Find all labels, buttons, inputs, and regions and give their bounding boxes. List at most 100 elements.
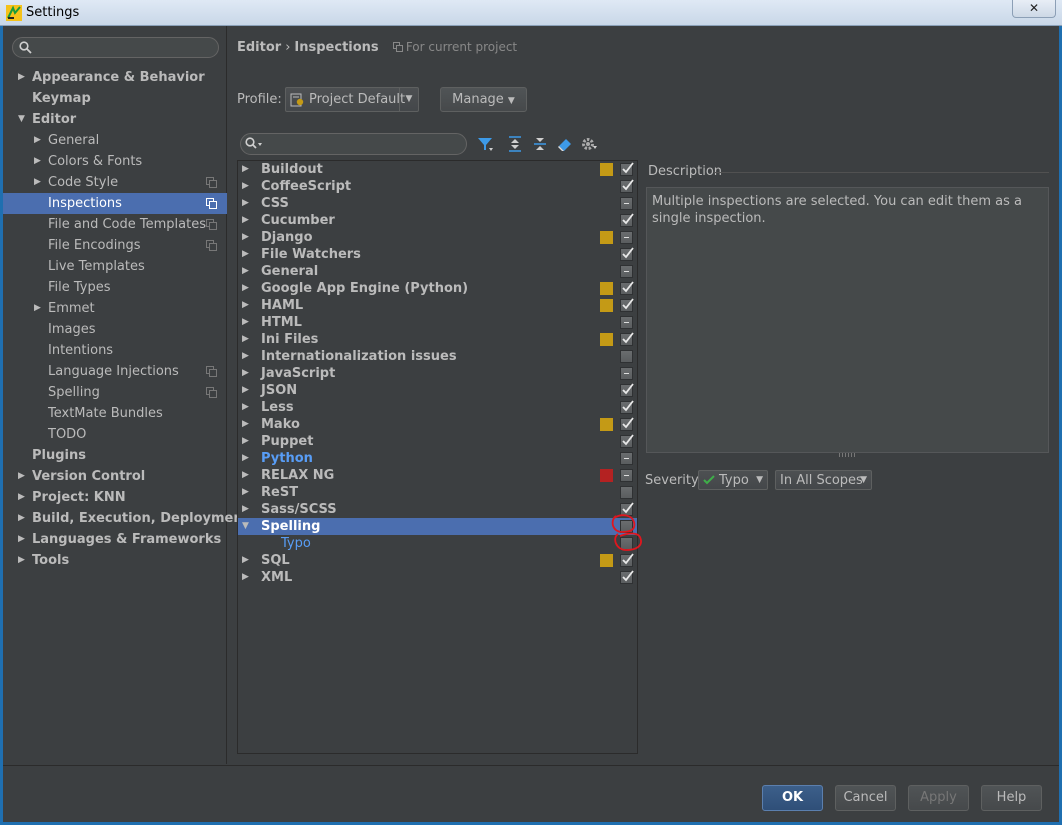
chevron-right-icon[interactable]: ▶: [242, 314, 249, 331]
tree-row[interactable]: ▶ JavaScript: [238, 365, 637, 382]
collapse-all-icon[interactable]: [531, 135, 549, 153]
tree-row[interactable]: ▶ General: [238, 263, 637, 280]
tree-child-row[interactable]: Typo: [238, 535, 637, 552]
chevron-right-icon[interactable]: ▶: [242, 229, 249, 246]
tree-row[interactable]: ▶ Cucumber: [238, 212, 637, 229]
inspection-checkbox[interactable]: [620, 452, 633, 465]
inspection-checkbox[interactable]: [620, 520, 633, 533]
sidebar-item-keymap[interactable]: Keymap: [3, 88, 227, 109]
chevron-right-icon[interactable]: ▶: [242, 348, 249, 365]
inspection-checkbox[interactable]: [620, 553, 634, 567]
tree-row[interactable]: ▶ File Watchers: [238, 246, 637, 263]
chevron-right-icon[interactable]: ▶: [242, 467, 249, 484]
sidebar-item-project-knn[interactable]: ▶ Project: KNN: [3, 487, 227, 508]
inspection-checkbox[interactable]: [620, 316, 633, 329]
sidebar-item-inspections[interactable]: Inspections: [3, 193, 227, 214]
chevron-down-icon[interactable]: ▼: [242, 518, 249, 535]
scope-dropdown[interactable]: In All Scopes ▼: [775, 470, 872, 490]
tree-row[interactable]: ▶ Ini Files: [238, 331, 637, 348]
tree-row[interactable]: ▶ Google App Engine (Python): [238, 280, 637, 297]
sidebar-item-file-types[interactable]: File Types: [3, 277, 227, 298]
chevron-right-icon[interactable]: ▶: [242, 195, 249, 212]
sidebar-item-colors-fonts[interactable]: ▶ Colors & Fonts: [3, 151, 227, 172]
chevron-right-icon[interactable]: ▶: [242, 382, 249, 399]
inspection-search-input[interactable]: [240, 133, 467, 155]
settings-search-input[interactable]: [12, 37, 219, 58]
profile-dropdown[interactable]: Project Default ▼: [285, 87, 419, 112]
expand-all-icon[interactable]: [506, 135, 524, 153]
chevron-right-icon[interactable]: ▶: [242, 246, 249, 263]
chevron-right-icon[interactable]: ▶: [242, 212, 249, 229]
tree-row[interactable]: ▶ Internationalization issues: [238, 348, 637, 365]
tree-row[interactable]: ▼ Spelling: [238, 518, 637, 535]
filter-icon[interactable]: [476, 135, 494, 153]
chevron-right-icon[interactable]: ▶: [242, 450, 249, 467]
cancel-button[interactable]: Cancel: [835, 785, 896, 811]
tree-row[interactable]: ▶ JSON: [238, 382, 637, 399]
sidebar-item-images[interactable]: Images: [3, 319, 227, 340]
inspection-checkbox[interactable]: [620, 298, 634, 312]
tree-row[interactable]: ▶ RELAX NG: [238, 467, 637, 484]
sidebar-item-textmate-bundles[interactable]: TextMate Bundles: [3, 403, 227, 424]
inspection-checkbox[interactable]: [620, 417, 634, 431]
chevron-right-icon[interactable]: ▶: [242, 501, 249, 518]
tree-row[interactable]: ▶ ReST: [238, 484, 637, 501]
help-button[interactable]: Help: [981, 785, 1042, 811]
sidebar-item-intentions[interactable]: Intentions: [3, 340, 227, 361]
chevron-down-icon[interactable]: ▼: [18, 109, 25, 130]
chevron-right-icon[interactable]: ▶: [34, 172, 41, 193]
inspection-checkbox[interactable]: [620, 383, 634, 397]
tree-row[interactable]: ▶ Less: [238, 399, 637, 416]
inspection-checkbox[interactable]: [620, 265, 633, 278]
severity-dropdown[interactable]: Typo ▼: [698, 470, 768, 490]
chevron-right-icon[interactable]: ▶: [242, 161, 249, 178]
tree-row[interactable]: ▶ SQL: [238, 552, 637, 569]
inspection-checkbox[interactable]: [620, 537, 633, 550]
chevron-right-icon[interactable]: ▶: [34, 130, 41, 151]
chevron-right-icon[interactable]: ▶: [18, 550, 25, 571]
resize-grip[interactable]: [839, 453, 855, 457]
chevron-right-icon[interactable]: ▶: [242, 416, 249, 433]
inspection-checkbox[interactable]: [620, 332, 634, 346]
inspection-checkbox[interactable]: [620, 486, 633, 499]
sidebar-item-version-control[interactable]: ▶ Version Control: [3, 466, 227, 487]
gear-icon[interactable]: [580, 135, 598, 153]
tree-row[interactable]: ▶ Django: [238, 229, 637, 246]
inspection-checkbox[interactable]: [620, 213, 634, 227]
chevron-right-icon[interactable]: ▶: [34, 298, 41, 319]
chevron-right-icon[interactable]: ▶: [34, 151, 41, 172]
reset-to-default-icon[interactable]: [556, 135, 574, 153]
apply-button[interactable]: Apply: [908, 785, 969, 811]
chevron-right-icon[interactable]: ▶: [242, 365, 249, 382]
tree-row[interactable]: ▶ XML: [238, 569, 637, 586]
chevron-right-icon[interactable]: ▶: [18, 67, 25, 88]
sidebar-item-file-encodings[interactable]: File Encodings: [3, 235, 227, 256]
inspection-checkbox[interactable]: [620, 400, 634, 414]
inspection-checkbox[interactable]: [620, 367, 633, 380]
sidebar-item-code-style[interactable]: ▶ Code Style: [3, 172, 227, 193]
sidebar-item-live-templates[interactable]: Live Templates: [3, 256, 227, 277]
sidebar-item-spelling[interactable]: Spelling: [3, 382, 227, 403]
inspection-checkbox[interactable]: [620, 247, 634, 261]
ok-button[interactable]: OK: [762, 785, 823, 811]
tree-row[interactable]: ▶ Buildout: [238, 161, 637, 178]
tree-row[interactable]: ▶ CoffeeScript: [238, 178, 637, 195]
sidebar-item-editor[interactable]: ▼ Editor: [3, 109, 227, 130]
sidebar-item-language-injections[interactable]: Language Injections: [3, 361, 227, 382]
sidebar-item-build-execution-deployment[interactable]: ▶ Build, Execution, Deployment: [3, 508, 249, 529]
tree-row[interactable]: ▶ HAML: [238, 297, 637, 314]
chevron-right-icon[interactable]: ▶: [242, 280, 249, 297]
sidebar-item-emmet[interactable]: ▶ Emmet: [3, 298, 227, 319]
chevron-right-icon[interactable]: ▶: [242, 263, 249, 280]
chevron-right-icon[interactable]: ▶: [18, 487, 25, 508]
chevron-right-icon[interactable]: ▶: [242, 297, 249, 314]
chevron-right-icon[interactable]: ▶: [242, 399, 249, 416]
tree-row[interactable]: ▶ Puppet: [238, 433, 637, 450]
chevron-right-icon[interactable]: ▶: [242, 569, 249, 586]
tree-row[interactable]: ▶ CSS: [238, 195, 637, 212]
chevron-right-icon[interactable]: ▶: [242, 484, 249, 501]
sidebar-item-todo[interactable]: TODO: [3, 424, 227, 445]
sidebar-item-general[interactable]: ▶ General: [3, 130, 227, 151]
sidebar-item-plugins[interactable]: Plugins: [3, 445, 227, 466]
sidebar-item-appearance-behavior[interactable]: ▶ Appearance & Behavior: [3, 67, 227, 88]
